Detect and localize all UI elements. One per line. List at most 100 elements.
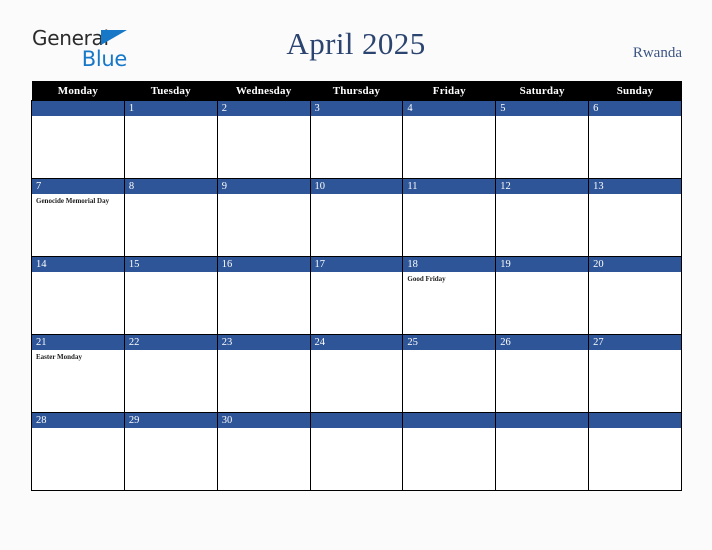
- day-number: 6: [589, 101, 681, 116]
- calendar-empty-cell: [309, 412, 404, 491]
- day-cell-content: [403, 413, 496, 490]
- calendar-day-cell[interactable]: 2: [216, 100, 311, 179]
- weekday-header-row: Monday Tuesday Wednesday Thursday Friday Satu…: [31, 81, 682, 101]
- day-cell-content: 26: [496, 335, 589, 412]
- calendar-day-cell[interactable]: 12: [495, 178, 590, 257]
- day-number: [403, 413, 496, 428]
- weekday-header-saturday: Saturday: [495, 81, 589, 101]
- day-number: 10: [310, 179, 403, 194]
- calendar-day-cell[interactable]: 15: [123, 256, 218, 335]
- weekday-header-friday: Friday: [402, 81, 496, 101]
- weekday-header-monday: Monday: [31, 81, 125, 101]
- calendar-day-cell[interactable]: 13: [588, 178, 682, 257]
- day-cell-content: 2: [217, 101, 310, 178]
- calendar-week-row: 7 Genocide Memorial Day 8 9 10 11 12 13: [31, 178, 682, 257]
- calendar-week-row: 14 15 16 17 18 Good Friday 19 20: [31, 256, 682, 335]
- calendar-day-cell[interactable]: 29: [123, 412, 218, 491]
- day-cell-content: 5: [496, 101, 589, 178]
- calendar-day-cell[interactable]: 28: [31, 412, 125, 491]
- day-number: 22: [124, 335, 217, 350]
- day-cell-content: 29: [124, 413, 217, 490]
- day-events: Genocide Memorial Day: [32, 194, 124, 206]
- calendar-day-cell[interactable]: 3: [309, 100, 404, 179]
- calendar-day-cell[interactable]: 4: [402, 100, 497, 179]
- calendar-day-cell[interactable]: 25: [402, 334, 497, 413]
- day-number: 17: [310, 257, 403, 272]
- day-cell-content: 18 Good Friday: [403, 257, 496, 334]
- calendar-day-cell[interactable]: 23: [216, 334, 311, 413]
- day-cell-content: 10: [310, 179, 403, 256]
- calendar-day-cell[interactable]: 17: [309, 256, 404, 335]
- calendar-day-cell[interactable]: 19: [495, 256, 590, 335]
- calendar-grid: Monday Tuesday Wednesday Thursday Friday Satu…: [31, 81, 682, 491]
- day-cell-content: 22: [124, 335, 217, 412]
- calendar-day-cell[interactable]: 11: [402, 178, 497, 257]
- calendar-empty-cell: [495, 412, 590, 491]
- calendar-day-cell[interactable]: 30: [216, 412, 311, 491]
- day-number: 30: [217, 413, 310, 428]
- day-number: 11: [403, 179, 496, 194]
- calendar-day-cell[interactable]: 27: [588, 334, 682, 413]
- day-number: 7: [32, 179, 124, 194]
- page-title: April 2025: [286, 26, 426, 61]
- calendar-day-cell[interactable]: 14: [31, 256, 125, 335]
- calendar-header-row: Monday Tuesday Wednesday Thursday Friday Satu…: [31, 81, 682, 101]
- day-number: 13: [589, 179, 681, 194]
- day-number: 19: [496, 257, 589, 272]
- calendar-day-cell[interactable]: 18 Good Friday: [402, 256, 497, 335]
- day-number: 1: [124, 101, 217, 116]
- day-number: 9: [217, 179, 310, 194]
- day-cell-content: 16: [217, 257, 310, 334]
- day-events: Good Friday: [403, 272, 495, 284]
- day-cell-content: 21 Easter Monday: [32, 335, 124, 412]
- day-number: 25: [403, 335, 496, 350]
- weekday-header-thursday: Thursday: [310, 81, 403, 101]
- calendar-day-cell[interactable]: 21 Easter Monday: [31, 334, 125, 413]
- day-cell-content: 9: [217, 179, 310, 256]
- day-cell-content: 28: [32, 413, 124, 490]
- day-events: Easter Monday: [32, 350, 124, 362]
- day-number: 14: [32, 257, 124, 272]
- day-number: 15: [124, 257, 217, 272]
- day-cell-content: 23: [217, 335, 310, 412]
- day-number: [310, 413, 403, 428]
- day-number: 8: [124, 179, 217, 194]
- calendar-day-cell[interactable]: 5: [495, 100, 590, 179]
- day-cell-content: [310, 413, 403, 490]
- day-number: 18: [403, 257, 496, 272]
- calendar-day-cell[interactable]: 20: [588, 256, 682, 335]
- day-cell-content: 24: [310, 335, 403, 412]
- calendar-day-cell[interactable]: 1: [123, 100, 218, 179]
- calendar-day-cell[interactable]: 10: [309, 178, 404, 257]
- day-number: 2: [217, 101, 310, 116]
- day-cell-content: 1: [124, 101, 217, 178]
- calendar-week-row: 123456: [31, 100, 682, 179]
- day-cell-content: [496, 413, 589, 490]
- day-number: 3: [310, 101, 403, 116]
- day-cell-content: 14: [32, 257, 124, 334]
- calendar-week-row: 21 Easter Monday 22 23 24 25 26 27: [31, 334, 682, 413]
- day-number: 23: [217, 335, 310, 350]
- day-number: [32, 101, 124, 116]
- calendar-day-cell[interactable]: 9: [216, 178, 311, 257]
- calendar-day-cell[interactable]: 6: [588, 100, 682, 179]
- calendar-day-cell[interactable]: 7 Genocide Memorial Day: [31, 178, 125, 257]
- day-cell-content: 20: [589, 257, 681, 334]
- day-cell-content: 30: [217, 413, 310, 490]
- calendar-day-cell[interactable]: 16: [216, 256, 311, 335]
- calendar-empty-cell: [588, 412, 682, 491]
- holiday-label: Genocide Memorial Day: [36, 197, 110, 205]
- day-number: 20: [589, 257, 681, 272]
- day-cell-content: 4: [403, 101, 496, 178]
- calendar-day-cell[interactable]: 26: [495, 334, 590, 413]
- day-cell-content: 25: [403, 335, 496, 412]
- day-cell-content: 17: [310, 257, 403, 334]
- day-cell-content: 3: [310, 101, 403, 178]
- day-number: [496, 413, 589, 428]
- day-number: 24: [310, 335, 403, 350]
- calendar-day-cell[interactable]: 8: [123, 178, 218, 257]
- calendar-empty-cell: [31, 100, 125, 179]
- calendar-day-cell[interactable]: 24: [309, 334, 404, 413]
- calendar-empty-cell: [402, 412, 497, 491]
- calendar-day-cell[interactable]: 22: [123, 334, 218, 413]
